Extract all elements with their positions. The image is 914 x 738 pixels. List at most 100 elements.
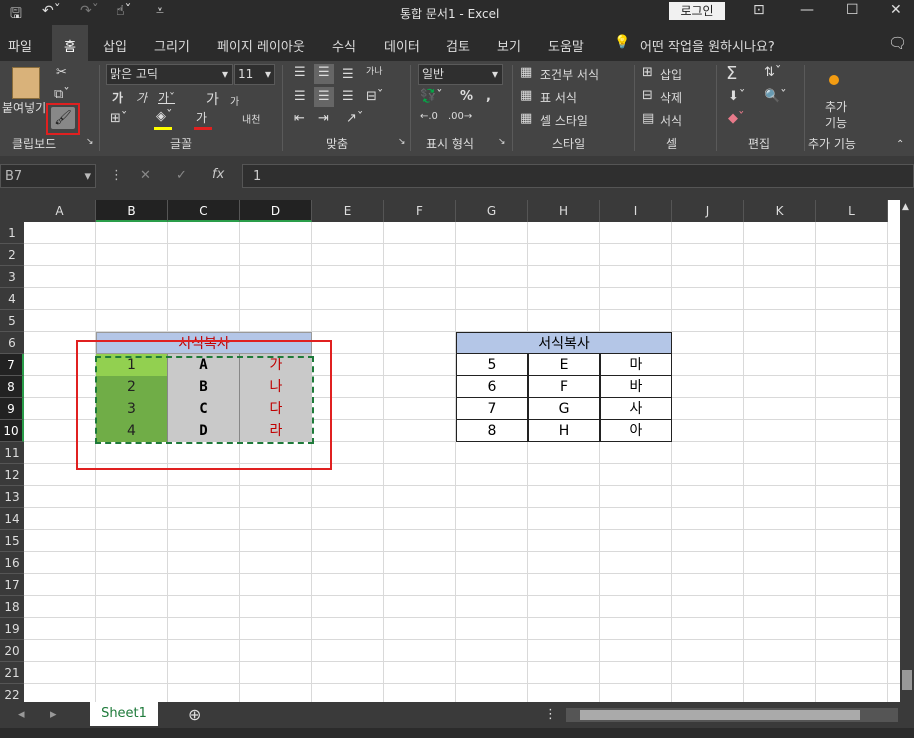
redo-icon[interactable]: ↷ˇ <box>80 3 99 19</box>
tab-data[interactable]: 데이터 <box>384 36 420 55</box>
table-format-icon[interactable]: ▦ <box>520 88 532 103</box>
touch-mode-icon[interactable]: ☝ˇ <box>116 3 132 19</box>
cell-style-button[interactable]: 셀 스타일 <box>540 112 588 129</box>
row-header-8[interactable]: 8 <box>0 376 24 398</box>
phonetic-button[interactable]: 내천 <box>242 111 260 126</box>
row-header-9[interactable]: 9 <box>0 398 24 420</box>
tab-home[interactable]: 홈 <box>64 36 76 55</box>
row-header-15[interactable]: 15 <box>0 530 24 552</box>
undo-icon[interactable]: ↶ˇ <box>42 3 61 19</box>
customize-qa-icon[interactable]: ⩡ <box>156 3 164 19</box>
accounting-icon[interactable]: 💱ˇ <box>420 89 443 104</box>
vertical-scroll-thumb[interactable] <box>902 670 912 690</box>
minimize-icon[interactable]: — <box>800 2 814 18</box>
number-format-select[interactable]: 일반 ▾ <box>418 64 503 85</box>
right-table-cell[interactable]: 5 <box>456 354 528 376</box>
font-name-select[interactable]: 맑은 고딕 ▾ <box>106 64 233 85</box>
tab-file[interactable]: 파일 <box>8 36 32 55</box>
select-all-corner[interactable] <box>0 200 24 222</box>
fill-icon[interactable]: ⬇ˇ <box>728 89 745 104</box>
paste-icon[interactable] <box>12 67 40 99</box>
tab-review[interactable]: 검토 <box>446 36 470 55</box>
tab-split-icon[interactable]: ⋮ <box>544 707 557 722</box>
enter-icon[interactable]: ✓ <box>176 168 187 183</box>
right-table-cell[interactable]: 8 <box>456 420 528 442</box>
paste-button-label[interactable]: 붙여넣기 <box>2 99 46 116</box>
column-header-c[interactable]: C <box>168 200 240 222</box>
decrease-decimal-icon[interactable]: .00→ <box>448 111 472 122</box>
row-header-18[interactable]: 18 <box>0 596 24 618</box>
row-header-17[interactable]: 17 <box>0 574 24 596</box>
align-right-icon[interactable]: ☰ <box>342 89 354 104</box>
row-header-14[interactable]: 14 <box>0 508 24 530</box>
right-table-cell[interactable]: 사 <box>600 398 672 420</box>
tab-draw[interactable]: 그리기 <box>154 36 190 55</box>
insert-cells-button[interactable]: 삽입 <box>660 66 682 83</box>
right-table-cell[interactable]: 바 <box>600 376 672 398</box>
align-top-icon[interactable]: ☰ <box>294 65 306 80</box>
right-table-cell[interactable]: 아 <box>600 420 672 442</box>
tab-page-layout[interactable]: 페이지 레이아웃 <box>217 36 305 55</box>
cell-style-icon[interactable]: ▦ <box>520 111 532 126</box>
close-icon[interactable]: ✕ <box>890 2 902 18</box>
merge-center-icon[interactable]: ⊟ˇ <box>366 89 383 104</box>
row-header-20[interactable]: 20 <box>0 640 24 662</box>
sort-filter-icon[interactable]: ⇅ˇ <box>764 65 781 80</box>
find-select-icon[interactable]: 🔍ˇ <box>764 89 787 104</box>
comments-icon[interactable]: 🗨 <box>888 34 907 52</box>
format-cells-button[interactable]: 서식 <box>660 112 682 129</box>
maximize-icon[interactable]: ☐ <box>846 2 859 18</box>
column-header-e[interactable]: E <box>312 200 384 222</box>
right-table-title[interactable]: 서식복사 <box>456 332 672 354</box>
right-table-cell[interactable]: 마 <box>600 354 672 376</box>
clear-icon[interactable]: ◆ˇ <box>728 111 745 126</box>
tab-view[interactable]: 보기 <box>497 36 521 55</box>
right-table-cell[interactable]: E <box>528 354 600 376</box>
row-header-13[interactable]: 13 <box>0 486 24 508</box>
column-header-h[interactable]: H <box>528 200 600 222</box>
percent-button[interactable]: % <box>460 89 473 104</box>
align-bottom-icon[interactable]: ☰ <box>342 67 354 82</box>
clipboard-launcher-icon[interactable]: ↘ <box>86 137 94 147</box>
wrap-text-button[interactable]: 가나 <box>366 64 383 77</box>
column-header-j[interactable]: J <box>672 200 744 222</box>
row-header-19[interactable]: 19 <box>0 618 24 640</box>
shrink-font-button[interactable]: 가 <box>230 93 239 108</box>
right-table-cell[interactable]: G <box>528 398 600 420</box>
row-header-11[interactable]: 11 <box>0 442 24 464</box>
insert-function-button[interactable]: fx <box>212 167 224 182</box>
row-header-7[interactable]: 7 <box>0 354 24 376</box>
column-header-g[interactable]: G <box>456 200 528 222</box>
cancel-icon[interactable]: ✕ <box>140 168 151 183</box>
right-table-cell[interactable]: H <box>528 420 600 442</box>
font-color-button[interactable]: 가 <box>196 109 207 126</box>
tab-help[interactable]: 도움말 <box>548 36 584 55</box>
comma-icon[interactable]: , <box>486 89 491 104</box>
tab-formulas[interactable]: 수식 <box>332 36 356 55</box>
worksheet-grid[interactable]: ABCDEFGHIJKL 1 2 3 4 5 6 7 8 9 10 11 12 13 14 15 16 17 18… <box>0 200 900 702</box>
font-size-select[interactable]: 11 ▾ <box>234 64 275 85</box>
column-header-d[interactable]: D <box>240 200 312 222</box>
grow-font-button[interactable]: 가 <box>206 89 219 109</box>
row-header-1[interactable]: 1 <box>0 222 24 244</box>
bold-button[interactable]: 가 <box>112 89 123 106</box>
row-header-16[interactable]: 16 <box>0 552 24 574</box>
row-header-10[interactable]: 10 <box>0 420 24 442</box>
copy-icon[interactable]: ⧉ˇ <box>54 87 70 102</box>
vertical-scrollbar[interactable]: ▲ <box>900 200 914 702</box>
name-box[interactable]: B7 ▾ <box>0 164 96 188</box>
indent-decrease-icon[interactable]: ⇤ <box>294 111 305 126</box>
row-header-5[interactable]: 5 <box>0 310 24 332</box>
column-header-l[interactable]: L <box>816 200 888 222</box>
save-icon[interactable]: 🖫 <box>10 3 22 27</box>
column-header-k[interactable]: K <box>744 200 816 222</box>
formula-options-icon[interactable]: ⋮ <box>110 168 123 183</box>
login-button[interactable]: 로그인 <box>669 2 725 20</box>
conditional-format-icon[interactable]: ▦ <box>520 65 532 80</box>
border-icon[interactable]: ⊞ˇ <box>110 111 127 126</box>
italic-button[interactable]: 가 <box>136 89 147 106</box>
format-painter-icon[interactable]: 🖌 <box>51 107 75 129</box>
increase-decimal-icon[interactable]: ←.0 <box>420 111 438 122</box>
table-format-button[interactable]: 표 서식 <box>540 89 577 106</box>
row-header-3[interactable]: 3 <box>0 266 24 288</box>
